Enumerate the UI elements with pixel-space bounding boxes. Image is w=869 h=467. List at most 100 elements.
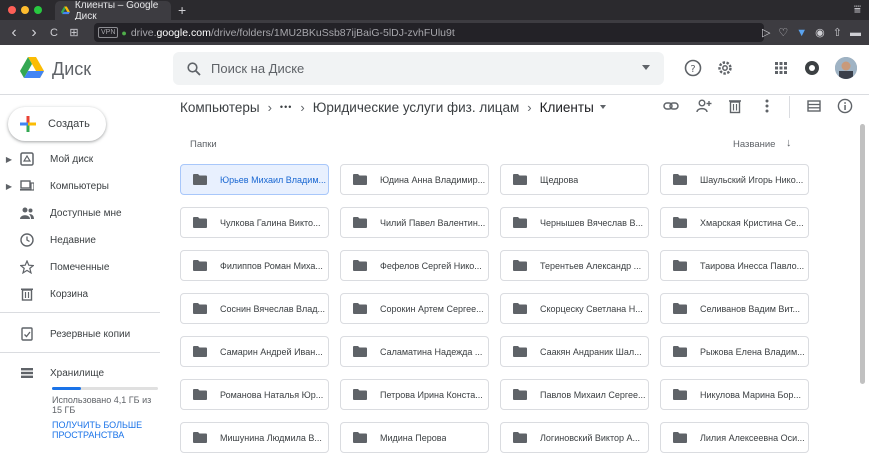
sort-direction-arrow-icon[interactable]: ↓: [786, 137, 792, 149]
folder-item[interactable]: Мидина Перова: [340, 422, 489, 453]
extension-shield-icon[interactable]: ◉: [815, 26, 825, 39]
search-input[interactable]: Поиск на Диске: [173, 52, 664, 85]
shield-icon[interactable]: ▼: [796, 27, 807, 39]
folder-name: Самарин Андрей Иван...: [220, 346, 323, 357]
folder-item[interactable]: Юдина Анна Владимир...: [340, 164, 489, 195]
sidebar-item-recent[interactable]: Недавние: [0, 227, 160, 253]
folder-item[interactable]: Рыжова Елена Владим...: [660, 336, 809, 367]
apps-icon[interactable]: [772, 59, 790, 77]
folder-grid: Юрьев Михаил Владим... Юдина Анна Владими…: [180, 164, 830, 453]
folder-menu-caret-icon[interactable]: [599, 105, 606, 109]
folder-icon: [353, 174, 367, 185]
minimize-window-button[interactable]: [21, 6, 29, 14]
folder-item[interactable]: Никулова Марина Бор...: [660, 379, 809, 410]
backup-icon: [21, 327, 33, 341]
sidebar-item-backups[interactable]: Резервные копии: [0, 321, 160, 347]
storage-used-text: Использовано 4,1 ГБ из 15 ГБ: [52, 395, 152, 415]
heart-icon[interactable]: ♡: [778, 26, 788, 39]
info-icon[interactable]: [837, 98, 853, 114]
folder-item[interactable]: Чилий Павел Валентин...: [340, 207, 489, 238]
folder-item[interactable]: Павлов Михаил Сергее...: [500, 379, 649, 410]
folder-item[interactable]: Хмарская Кристина Се...: [660, 207, 809, 238]
shared-icon: [20, 207, 34, 219]
scrollbar-thumb[interactable]: [860, 124, 865, 384]
folder-icon: [193, 389, 207, 400]
url-host: google.com: [156, 26, 211, 39]
folder-item[interactable]: Шаульский Игорь Нико...: [660, 164, 809, 195]
folder-item[interactable]: Чулкова Галина Викто...: [180, 207, 329, 238]
lock-icon: ●: [121, 27, 127, 38]
play-icon[interactable]: ▷: [762, 26, 770, 39]
folder-item[interactable]: Петрова Ирина Конста...: [340, 379, 489, 410]
delete-icon[interactable]: [727, 98, 743, 114]
breadcrumb-ellipsis[interactable]: •••: [280, 102, 292, 112]
folder-item[interactable]: Сорокин Артем Сергее...: [340, 293, 489, 324]
sort-by-name-button[interactable]: Название: [733, 139, 775, 150]
add-person-icon[interactable]: [696, 98, 712, 114]
sidebar-item-starred[interactable]: Помеченные: [0, 254, 160, 280]
folder-item[interactable]: Таирова Инесса Павло...: [660, 250, 809, 281]
breadcrumb-current[interactable]: Клиенты: [540, 100, 594, 115]
url-field[interactable]: VPN ● drive. google.com/drive/folders/1MU…: [94, 23, 764, 42]
folder-item[interactable]: Мишунина Людмила В...: [180, 422, 329, 453]
expand-arrow-icon[interactable]: ▶: [4, 182, 14, 191]
folder-item[interactable]: Соснин Вячеслав Влад...: [180, 293, 329, 324]
folder-item[interactable]: Терентьев Александр ...: [500, 250, 649, 281]
new-tab-button[interactable]: +: [178, 2, 186, 18]
folder-item[interactable]: Скорцеску Светлана Н...: [500, 293, 649, 324]
search-icon[interactable]: [187, 61, 201, 76]
create-button[interactable]: Создать: [8, 107, 106, 141]
folder-item[interactable]: Самарин Андрей Иван...: [180, 336, 329, 367]
folder-item[interactable]: Романова Наталья Юр...: [180, 379, 329, 410]
search-options-icon[interactable]: [642, 65, 650, 70]
list-view-icon[interactable]: [806, 98, 822, 114]
sidebar-item-computers[interactable]: ▶ Компьютеры: [0, 173, 160, 199]
avatar[interactable]: [835, 57, 857, 79]
folder-item[interactable]: Филиппов Роман Миха...: [180, 250, 329, 281]
forward-button[interactable]: ›: [24, 24, 44, 42]
reload-button[interactable]: C: [44, 27, 64, 39]
back-button[interactable]: ‹: [4, 24, 24, 42]
sidebar-divider: [0, 352, 160, 353]
folder-item[interactable]: Юрьев Михаил Владим...: [180, 164, 329, 195]
folder-name: Филиппов Роман Миха...: [220, 260, 323, 271]
folder-item[interactable]: Саламатина Надежда ...: [340, 336, 489, 367]
folder-item[interactable]: Логиновский Виктор А...: [500, 422, 649, 453]
folder-name: Чилий Павел Валентин...: [380, 217, 486, 228]
sidebar-item-shared[interactable]: Доступные мне: [0, 200, 160, 226]
maximize-window-button[interactable]: [34, 6, 42, 14]
scrollbar[interactable]: [859, 124, 866, 467]
folder-item[interactable]: Фефелов Сергей Нико...: [340, 250, 489, 281]
clock-icon: [20, 233, 34, 247]
sidebar-item-storage[interactable]: Хранилище: [0, 360, 160, 386]
upgrade-storage-link[interactable]: ПОЛУЧИТЬ БОЛЬШЕ ПРОСТРАНСТВА: [52, 420, 162, 440]
link-icon[interactable]: [663, 98, 679, 114]
help-icon[interactable]: ?: [684, 59, 702, 77]
account-ring-icon[interactable]: [803, 59, 821, 77]
folder-item[interactable]: Чернышев Вячеслав В...: [500, 207, 649, 238]
sidebar-item-trash[interactable]: Корзина: [0, 281, 160, 307]
trash-icon: [21, 288, 33, 301]
drive-logo-text[interactable]: Диск: [52, 59, 91, 80]
sidebar-item-label: Недавние: [50, 234, 96, 246]
tab-menu-icon[interactable]: ⩸: [854, 2, 861, 17]
breadcrumb-root[interactable]: Компьютеры: [180, 100, 260, 115]
storage-progress-bar: [52, 387, 158, 390]
breadcrumb-parent[interactable]: Юридические услуги физ. лицам: [313, 100, 520, 115]
expand-arrow-icon[interactable]: ▶: [4, 155, 14, 164]
folder-icon: [673, 260, 687, 271]
settings-gear-icon[interactable]: [716, 59, 734, 77]
folder-item[interactable]: Щедрова: [500, 164, 649, 195]
drive-logo-icon[interactable]: [20, 57, 44, 79]
share-icon[interactable]: ⇧: [833, 26, 842, 39]
sidebar-item-my-drive[interactable]: ▶ Мой диск: [0, 146, 160, 172]
folder-item[interactable]: Селиванов Вадим Вит...: [660, 293, 809, 324]
browser-tab-active[interactable]: Клиенты – Google Диск: [55, 0, 171, 22]
folder-name: Сорокин Артем Сергее...: [380, 303, 484, 314]
apps-grid-icon[interactable]: ⊞: [64, 26, 84, 39]
close-window-button[interactable]: [8, 6, 16, 14]
folder-item[interactable]: Саакян Андраник Шал...: [500, 336, 649, 367]
vpn-badge[interactable]: VPN: [98, 27, 119, 38]
more-options-icon[interactable]: [759, 98, 775, 114]
folder-item[interactable]: Лилия Алексеевна Оси...: [660, 422, 809, 453]
